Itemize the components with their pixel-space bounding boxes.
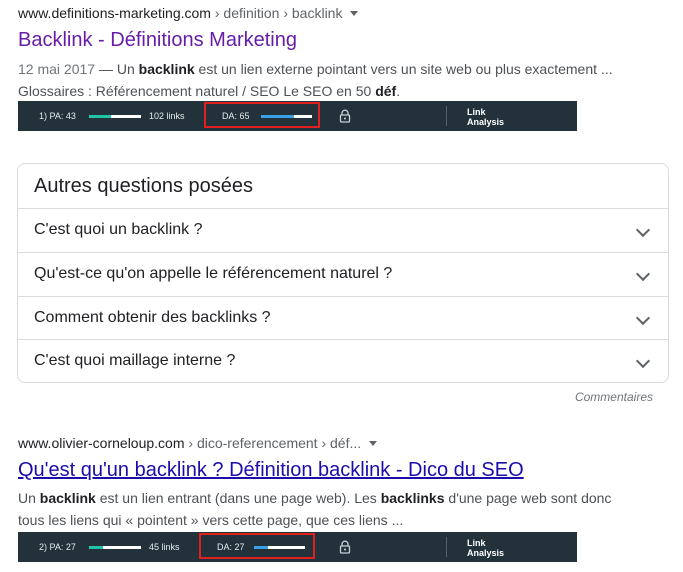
caret-down-icon[interactable] bbox=[369, 440, 378, 446]
domain-authority-label: DA: 27 bbox=[217, 542, 245, 552]
result-title-link[interactable]: Backlink - Définitions Marketing bbox=[18, 27, 613, 53]
snippet-bold: backlinks bbox=[380, 490, 445, 506]
snippet-text: est un lien entrant (dans une page web).… bbox=[95, 490, 381, 506]
paa-question[interactable]: Comment obtenir des backlinks ? bbox=[18, 296, 668, 340]
result-path[interactable]: › definition › backlink bbox=[211, 5, 343, 21]
page-authority-fill bbox=[89, 546, 104, 549]
chevron-down-icon[interactable] bbox=[635, 310, 651, 326]
lock-icon[interactable] bbox=[338, 540, 352, 554]
links-count[interactable]: 102 links bbox=[149, 101, 185, 131]
people-also-ask: Autres questions posées C'est quoi un ba… bbox=[17, 163, 669, 383]
page-authority-fill bbox=[89, 115, 112, 118]
paa-question-text[interactable]: Comment obtenir des backlinks ? bbox=[34, 309, 271, 327]
separator bbox=[446, 537, 447, 557]
domain-authority-bar bbox=[254, 546, 305, 549]
search-result-2: www.olivier-corneloup.com › dico-referen… bbox=[18, 434, 611, 531]
result-date: 12 mai 2017 bbox=[18, 61, 96, 77]
snippet-text: d'une page web sont donc bbox=[444, 490, 612, 506]
search-result-1: www.definitions-marketing.com › definiti… bbox=[18, 4, 613, 102]
result-breadcrumb[interactable]: www.olivier-corneloup.com › dico-referen… bbox=[18, 434, 611, 452]
result-domain[interactable]: www.olivier-corneloup.com bbox=[18, 435, 185, 451]
page-authority-label: 1) PA: 43 bbox=[39, 111, 76, 121]
chevron-down-icon[interactable] bbox=[635, 353, 651, 369]
result-snippet: Un backlink est un lien entrant (dans un… bbox=[18, 487, 611, 531]
link-analysis-text: Link bbox=[467, 538, 486, 548]
page-authority-bar bbox=[89, 546, 141, 549]
snippet-bold: backlink bbox=[39, 490, 96, 506]
paa-question[interactable]: Qu'est-ce qu'on appelle le référencement… bbox=[18, 252, 668, 296]
snippet-bold: déf bbox=[375, 83, 397, 99]
snippet-text: tous les liens qui « pointent » vers cet… bbox=[18, 512, 404, 528]
page-authority-bar bbox=[89, 115, 141, 118]
chevron-down-icon[interactable] bbox=[635, 222, 651, 238]
snippet-text: . bbox=[396, 83, 401, 99]
snippet-bold: backlink bbox=[138, 61, 195, 77]
result-title-link[interactable]: Qu'est qu'un backlink ? Définition backl… bbox=[18, 457, 611, 483]
snippet-text: est un lien externe pointant vers un sit… bbox=[194, 61, 613, 77]
paa-question-text[interactable]: Qu'est-ce qu'on appelle le référencement… bbox=[34, 265, 392, 283]
domain-authority-label: DA: 65 bbox=[222, 111, 250, 121]
moz-bar-2: 2) PA: 27 45 links DA: 27 Link Analysis bbox=[18, 532, 577, 562]
links-count[interactable]: 45 links bbox=[149, 532, 180, 562]
domain-authority-fill bbox=[261, 115, 295, 118]
separator bbox=[446, 106, 447, 126]
result-breadcrumb[interactable]: www.definitions-marketing.com › definiti… bbox=[18, 4, 613, 22]
page-authority-label: 2) PA: 27 bbox=[39, 542, 76, 552]
link-analysis-text: Link bbox=[467, 107, 486, 117]
domain-authority-bar bbox=[261, 115, 312, 118]
comments-link[interactable]: Commentaires bbox=[575, 390, 653, 404]
paa-question-text[interactable]: C'est quoi maillage interne ? bbox=[34, 352, 235, 370]
paa-question-text[interactable]: C'est quoi un backlink ? bbox=[34, 221, 202, 239]
paa-question[interactable]: C'est quoi un backlink ? bbox=[18, 208, 668, 252]
moz-bar-1: 1) PA: 43 102 links DA: 65 Link Analysis bbox=[18, 101, 577, 131]
link-analysis-button[interactable]: Link Analysis bbox=[467, 538, 504, 558]
snippet-text: Un bbox=[18, 490, 40, 506]
lock-icon[interactable] bbox=[338, 109, 352, 123]
paa-question[interactable]: C'est quoi maillage interne ? bbox=[18, 339, 668, 383]
link-analysis-text: Analysis bbox=[467, 548, 505, 558]
domain-authority-fill bbox=[254, 546, 268, 549]
chevron-down-icon[interactable] bbox=[635, 266, 651, 282]
link-analysis-text: Analysis bbox=[467, 117, 505, 127]
snippet-text: Glossaires : Référencement naturel / SEO… bbox=[18, 83, 376, 99]
result-path[interactable]: › dico-referencement › déf... bbox=[185, 435, 361, 451]
caret-down-icon[interactable] bbox=[350, 10, 359, 16]
paa-title: Autres questions posées bbox=[34, 175, 254, 197]
link-analysis-button[interactable]: Link Analysis bbox=[467, 107, 504, 127]
result-snippet: 12 mai 2017 — Un backlink est un lien ex… bbox=[18, 58, 613, 102]
snippet-text: — Un bbox=[95, 61, 139, 77]
result-domain[interactable]: www.definitions-marketing.com bbox=[18, 5, 211, 21]
